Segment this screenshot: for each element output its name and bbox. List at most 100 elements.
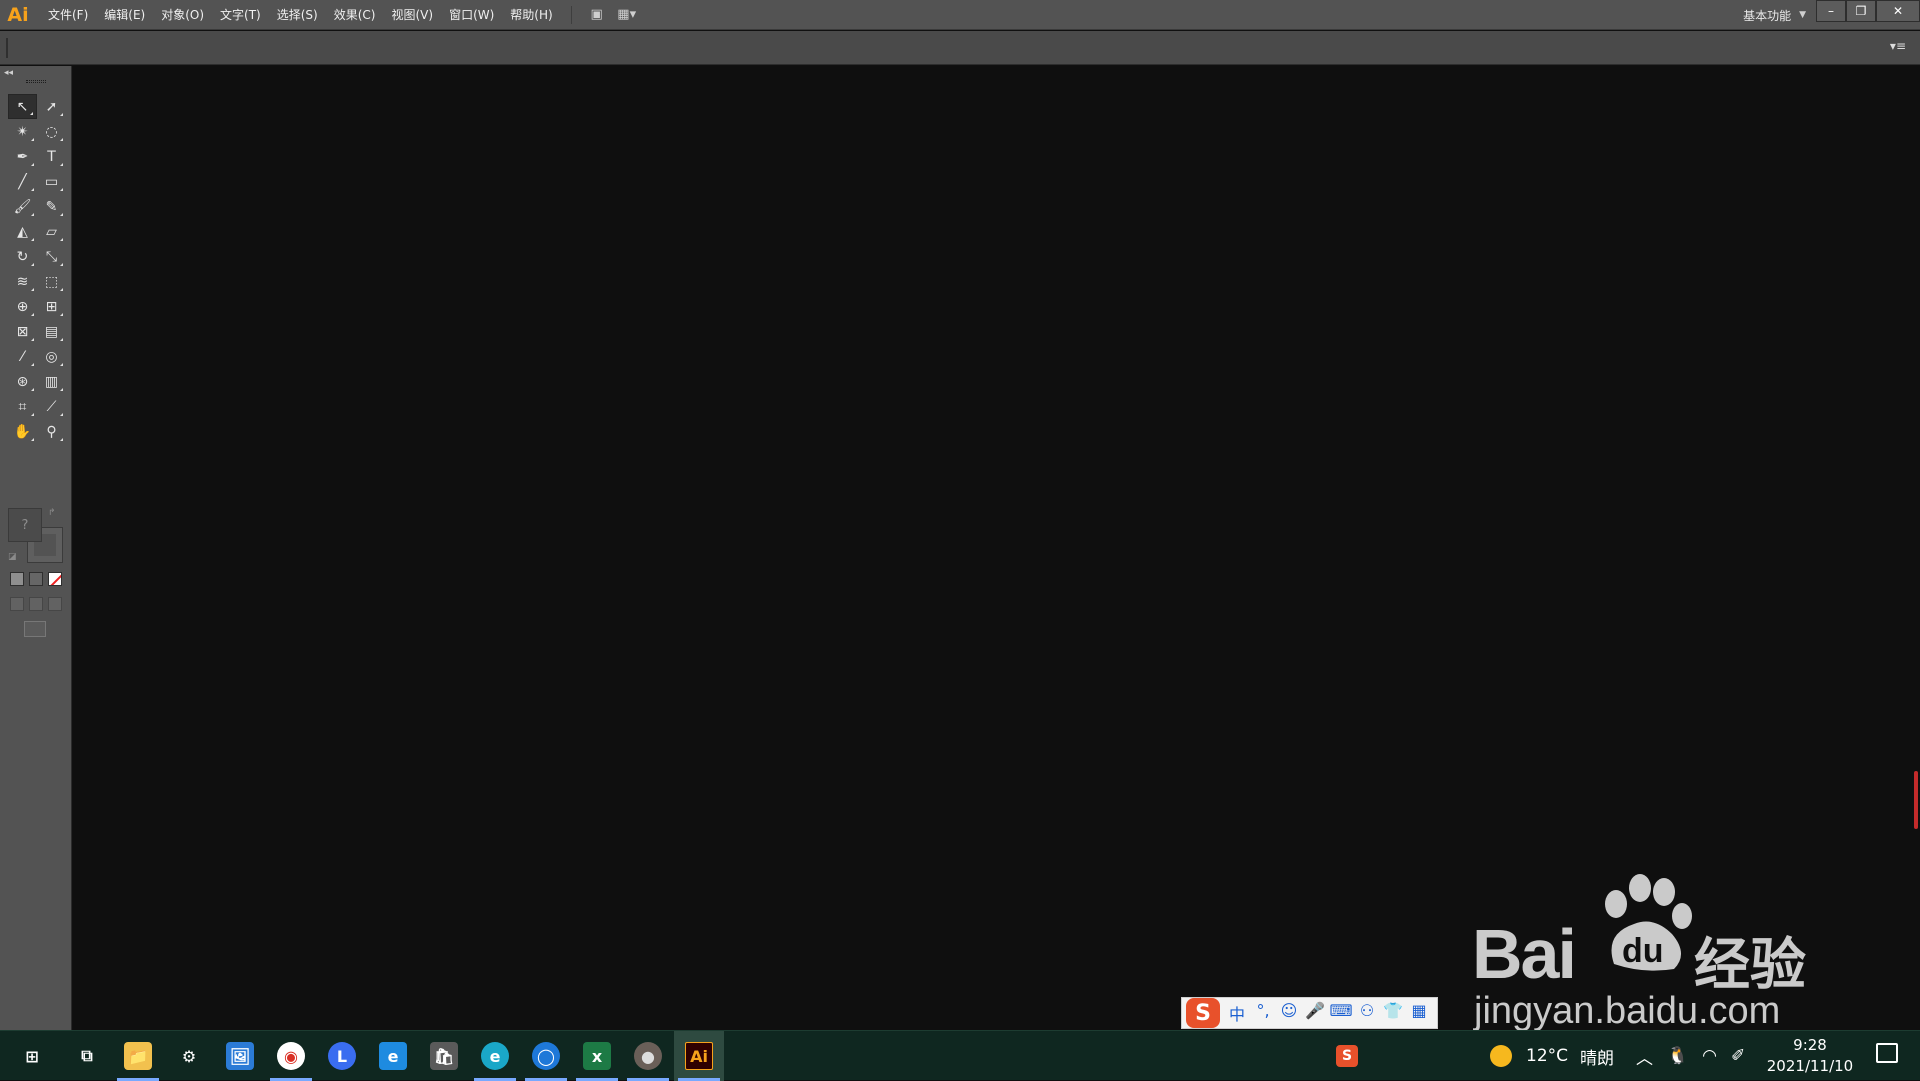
scroll-indicator[interactable] xyxy=(1914,771,1918,829)
qq-icon[interactable]: 🐧 xyxy=(1667,1046,1688,1066)
fill-stroke-control: ? ↱ ◪ xyxy=(8,508,64,564)
draw-inside-button[interactable] xyxy=(48,597,62,611)
swap-fill-stroke-icon[interactable]: ↱ xyxy=(48,508,56,518)
width-tool[interactable]: ≋ xyxy=(8,269,37,294)
hand-tool[interactable]: ✋ xyxy=(8,419,37,444)
panel-menu-icon[interactable]: ▾≡ xyxy=(1890,39,1906,53)
eyedropper-tool[interactable]: ⁄ xyxy=(8,344,37,369)
workspace-switcher[interactable]: 基本功能 ▼ xyxy=(1743,0,1806,30)
slice-tool[interactable]: ⟋ xyxy=(37,394,66,419)
menu-item-2[interactable]: 对象(O) xyxy=(153,0,212,30)
none-mode-button[interactable] xyxy=(48,572,62,586)
chrome[interactable]: ◉ xyxy=(266,1031,316,1081)
blob-brush-tool[interactable]: ◭ xyxy=(8,219,37,244)
menu-item-3[interactable]: 文字(T) xyxy=(212,0,269,30)
ime-item-6[interactable]: 👕 xyxy=(1380,1001,1406,1025)
start-button-icon: ⊞ xyxy=(25,1046,39,1066)
store[interactable]: 🛍 xyxy=(419,1031,469,1081)
rotate-tool[interactable]: ↻ xyxy=(8,244,37,269)
pencil-tool[interactable]: ✎ xyxy=(37,194,66,219)
ime-item-1[interactable]: °, xyxy=(1250,1001,1276,1025)
rectangle-tool[interactable]: ▭ xyxy=(37,169,66,194)
screen-mode-button[interactable] xyxy=(24,621,46,637)
tool-flyout-corner xyxy=(31,288,34,291)
panel-drag-handle[interactable] xyxy=(26,80,46,83)
direct-selection-tool[interactable]: ➚ xyxy=(37,94,66,119)
menu-list: 文件(F) 编辑(E) 对象(O) 文字(T) 选择(S) 效果(C) 视图(V) 窗口(W)… xyxy=(40,0,561,30)
excel-icon: x xyxy=(583,1042,611,1070)
edge-browser[interactable]: e xyxy=(470,1031,520,1081)
sogou-logo[interactable]: S xyxy=(1186,998,1220,1028)
gradient-tool[interactable]: ▤ xyxy=(37,319,66,344)
menu-item-5[interactable]: 效果(C) xyxy=(326,0,384,30)
internet-explorer[interactable]: e xyxy=(368,1031,418,1081)
photos[interactable]: 🖼 xyxy=(215,1031,265,1081)
start-button[interactable]: ⊞ xyxy=(2,1031,62,1081)
perspective-grid-tool[interactable]: ⊞ xyxy=(37,294,66,319)
ime-item-5[interactable]: ⚇ xyxy=(1354,1001,1380,1025)
hand-tool-icon: ✋ xyxy=(13,423,32,440)
selection-tool-icon: ↖ xyxy=(16,98,29,115)
control-bar-grip[interactable] xyxy=(6,38,8,58)
file-explorer[interactable]: 📁 xyxy=(113,1031,163,1081)
ime-item-0[interactable]: 中 xyxy=(1224,1001,1250,1025)
fill-swatch[interactable]: ? xyxy=(8,508,42,542)
illustrator[interactable]: Ai xyxy=(674,1031,724,1081)
task-view-button[interactable]: ⧉ xyxy=(62,1031,112,1081)
ime-item-7[interactable]: ▦ xyxy=(1406,1001,1432,1025)
excel[interactable]: x xyxy=(572,1031,622,1081)
menu-item-6[interactable]: 视图(V) xyxy=(383,0,441,30)
type-tool[interactable]: T xyxy=(37,144,66,169)
lasso-tool[interactable]: ◌ xyxy=(37,119,66,144)
menu-item-4[interactable]: 选择(S) xyxy=(269,0,326,30)
menu-item-8[interactable]: 帮助(H) xyxy=(502,0,560,30)
menu-item-0[interactable]: 文件(F) xyxy=(40,0,96,30)
pen-icon[interactable]: ✐ xyxy=(1731,1046,1745,1066)
menu-item-7[interactable]: 窗口(W) xyxy=(441,0,502,30)
color-mode-button[interactable] xyxy=(10,572,24,586)
ime-item-4[interactable]: ⌨ xyxy=(1328,1001,1354,1025)
bridge-icon[interactable]: ▣ xyxy=(586,5,608,25)
l-app[interactable]: L xyxy=(317,1031,367,1081)
eraser-tool[interactable]: ▱ xyxy=(37,219,66,244)
mesh-tool[interactable]: ⊠ xyxy=(8,319,37,344)
artboard-tool[interactable]: ⌗ xyxy=(8,394,37,419)
draw-normal-button[interactable] xyxy=(10,597,24,611)
ime-item-2[interactable]: ☺ xyxy=(1276,1001,1302,1025)
free-transform-tool[interactable]: ⬚ xyxy=(37,269,66,294)
weather-text: 晴朗 xyxy=(1580,1048,1615,1069)
scale-tool[interactable]: ⤡ xyxy=(37,244,66,269)
show-hidden-icons-chevron-icon[interactable]: ︿ xyxy=(1636,1044,1653,1069)
pen-tool[interactable]: ✒ xyxy=(8,144,37,169)
tool-flyout-corner xyxy=(60,438,63,441)
menu-item-1[interactable]: 编辑(E) xyxy=(96,0,153,30)
gradient-mode-button[interactable] xyxy=(29,572,43,586)
blend-tool[interactable]: ◎ xyxy=(37,344,66,369)
symbol-sprayer-tool[interactable]: ⊛ xyxy=(8,369,37,394)
selection-tool[interactable]: ↖ xyxy=(8,94,37,119)
chat-app[interactable]: ◯ xyxy=(521,1031,571,1081)
user-avatar-app[interactable]: ● xyxy=(623,1031,673,1081)
paintbrush-tool[interactable]: 🖌 xyxy=(8,194,37,219)
clock[interactable]: 9:28 2021/11/10 xyxy=(1762,1035,1858,1077)
minimize-button[interactable]: – xyxy=(1816,0,1846,22)
weather-widget[interactable]: 12°C 晴朗 xyxy=(1490,1031,1614,1081)
ime-item-3[interactable]: 🎤 xyxy=(1302,1001,1328,1025)
watermark-cn: 经验 xyxy=(1694,933,1806,998)
notification-center-icon[interactable] xyxy=(1876,1043,1898,1063)
arrange-documents-icon[interactable]: ▦▾ xyxy=(616,5,638,25)
column-graph-tool[interactable]: ▥ xyxy=(37,369,66,394)
default-fill-stroke-icon[interactable]: ◪ xyxy=(8,552,17,562)
magic-wand-tool[interactable]: ✴ xyxy=(8,119,37,144)
close-button[interactable]: ✕ xyxy=(1876,0,1920,22)
network-icon[interactable]: ◠ xyxy=(1702,1046,1717,1066)
draw-behind-button[interactable] xyxy=(29,597,43,611)
line-segment-tool[interactable]: ╱ xyxy=(8,169,37,194)
settings[interactable]: ⚙ xyxy=(164,1031,214,1081)
collapse-panel-icon[interactable]: ◂◂ xyxy=(4,68,13,78)
tray-ime-icon[interactable]: S xyxy=(1336,1031,1358,1081)
restore-button[interactable]: ❐ xyxy=(1846,0,1876,22)
width-tool-icon: ≋ xyxy=(16,273,29,290)
zoom-tool[interactable]: ⚲ xyxy=(37,419,66,444)
shape-builder-tool[interactable]: ⊕ xyxy=(8,294,37,319)
